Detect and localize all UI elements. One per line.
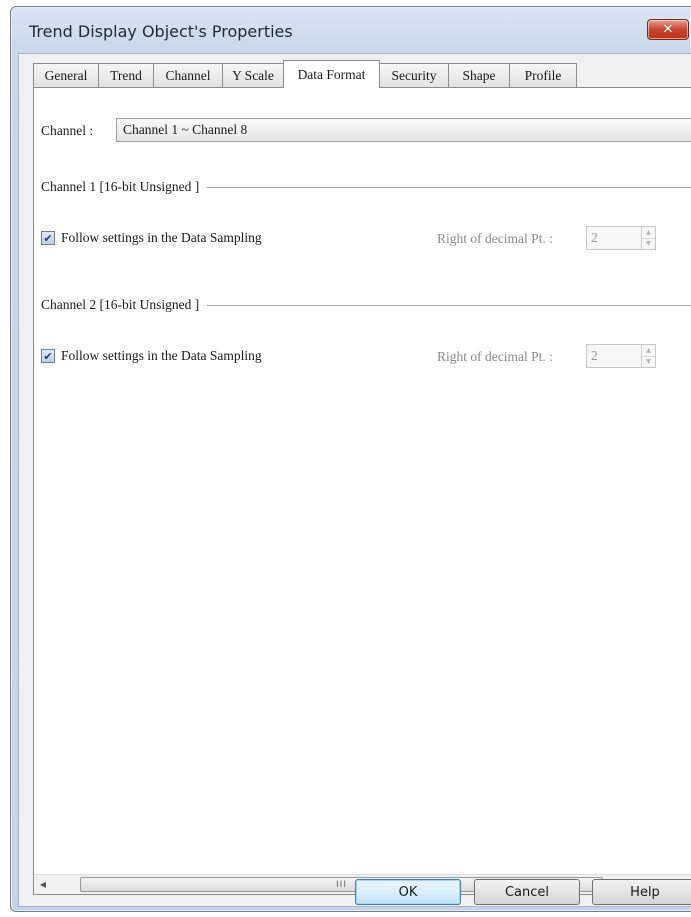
- channel-1-group-header: Channel 1 [16-bit Unsigned ]: [41, 177, 691, 197]
- tab-strip: General Trend Channel Y Scale Data Forma…: [33, 60, 577, 88]
- channel-row: Channel :: [41, 123, 93, 139]
- channel-2-follow-checkbox[interactable]: ✔: [41, 349, 55, 363]
- checkmark-icon: ✔: [43, 349, 53, 363]
- scroll-left-icon[interactable]: ◀: [34, 875, 52, 894]
- tab-general[interactable]: General: [33, 63, 99, 87]
- title-bar[interactable]: Trend Display Object's Properties ✕: [11, 7, 691, 53]
- spin-buttons[interactable]: ▲ ▼: [641, 345, 655, 367]
- channel-1-decimal-label: Right of decimal Pt. :: [437, 231, 553, 246]
- channel-2-decimal-label: Right of decimal Pt. :: [437, 349, 553, 364]
- channel-2-group-header: Channel 2 [16-bit Unsigned ]: [41, 295, 691, 315]
- channel-1-decimal-spinner[interactable]: 2 ▲ ▼: [586, 226, 656, 250]
- channel-2-group-title: Channel 2 [16-bit Unsigned ]: [41, 297, 200, 312]
- channel-1-decimal-value: 2: [591, 230, 598, 245]
- spin-down-icon[interactable]: ▼: [642, 355, 655, 368]
- channel-1-follow-label: Follow settings in the Data Sampling: [61, 230, 262, 245]
- help-button[interactable]: Help: [592, 879, 691, 905]
- channel-dropdown[interactable]: Channel 1 ~ Channel 8: [116, 118, 691, 142]
- tab-shape[interactable]: Shape: [448, 63, 510, 87]
- channel-2-decimal-value: 2: [591, 348, 598, 363]
- spin-up-icon[interactable]: ▲: [642, 227, 655, 238]
- channel-dropdown-value: Channel 1 ~ Channel 8: [123, 122, 248, 137]
- tab-y-scale[interactable]: Y Scale: [222, 63, 284, 87]
- close-icon: ✕: [662, 22, 674, 37]
- channel-2-follow-label: Follow settings in the Data Sampling: [61, 348, 262, 363]
- spin-up-icon[interactable]: ▲: [642, 345, 655, 356]
- tab-channel[interactable]: Channel: [153, 63, 223, 87]
- close-button[interactable]: ✕: [647, 19, 689, 40]
- tab-data-format[interactable]: Data Format: [283, 60, 380, 88]
- cancel-button[interactable]: Cancel: [474, 879, 580, 905]
- grip-icon: III: [336, 879, 347, 890]
- dialog-client-area: General Trend Channel Y Scale Data Forma…: [18, 53, 691, 907]
- channel-label: Channel :: [41, 123, 94, 138]
- tab-security[interactable]: Security: [379, 63, 449, 87]
- channel-1-group-title: Channel 1 [16-bit Unsigned ]: [41, 179, 200, 194]
- tab-profile[interactable]: Profile: [509, 63, 577, 87]
- checkmark-icon: ✔: [43, 231, 53, 245]
- channel-2-decimal-spinner[interactable]: 2 ▲ ▼: [586, 344, 656, 368]
- spin-down-icon[interactable]: ▼: [642, 237, 655, 250]
- ok-button[interactable]: OK: [355, 879, 461, 905]
- channel-1-follow-row[interactable]: ✔ Follow settings in the Data Sampling: [41, 230, 262, 246]
- spin-buttons[interactable]: ▲ ▼: [641, 227, 655, 249]
- dialog-title: Trend Display Object's Properties: [29, 22, 293, 41]
- data-format-panel: Channel : Channel 1 ~ Channel 8 Channel …: [33, 87, 691, 895]
- group-divider: [207, 304, 691, 306]
- channel-2-follow-row[interactable]: ✔ Follow settings in the Data Sampling: [41, 348, 262, 364]
- tab-trend[interactable]: Trend: [98, 63, 154, 87]
- channel-1-follow-checkbox[interactable]: ✔: [41, 231, 55, 245]
- properties-dialog: Trend Display Object's Properties ✕ Gene…: [10, 6, 691, 912]
- group-divider: [207, 186, 691, 188]
